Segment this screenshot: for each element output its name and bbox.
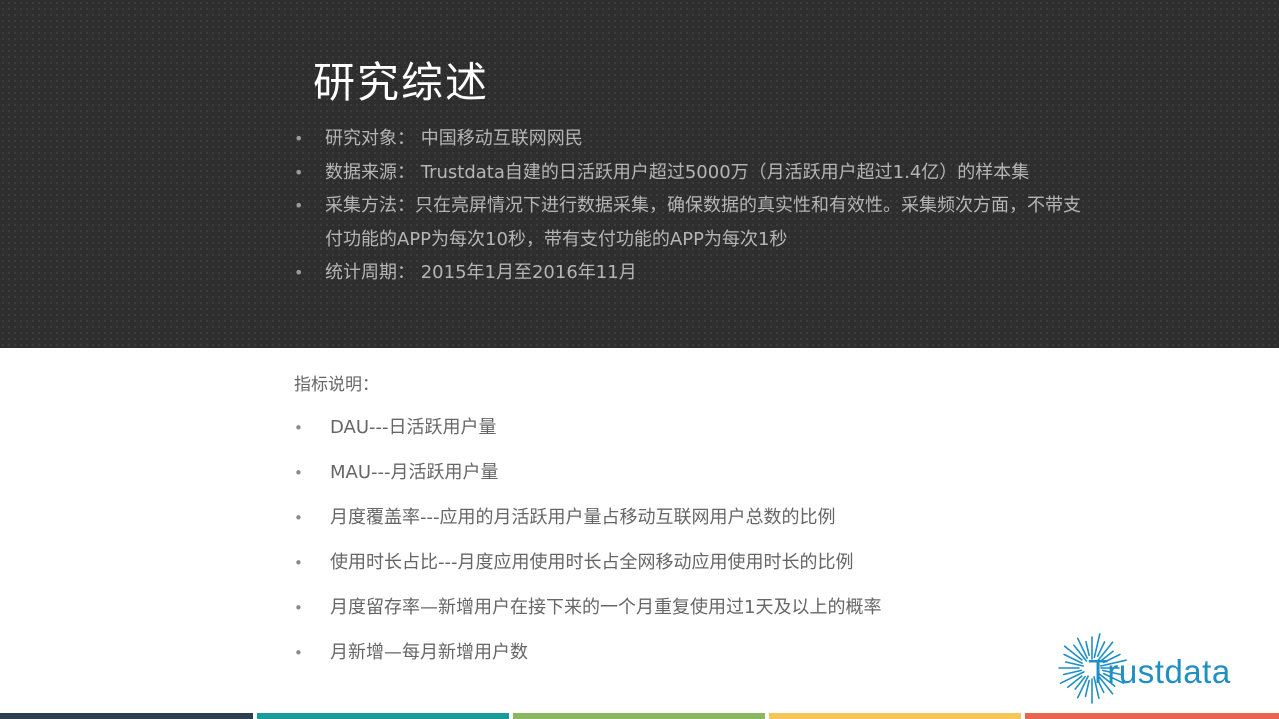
metric-item: • DAU---日活跃用户量 — [294, 413, 881, 458]
overview-item: • 统计周期： 2015年1月至2016年11月 — [294, 256, 1094, 290]
overview-item-text: 数据来源： Trustdata自建的日活跃用户超过5000万（月活跃用户超过1.… — [325, 161, 1030, 183]
metric-item: • 月新增—每月新增用户数 — [294, 638, 881, 683]
overview-item-text: 研究对象： 中国移动互联网网民 — [325, 128, 583, 149]
metric-item: • 使用时长占比---月度应用使用时长占全网移动应用使用时长的比例 — [294, 548, 881, 593]
metric-item-text: 月度留存率—新增用户在接下来的一个月重复使用过1天及以上的概率 — [330, 597, 882, 618]
metric-item: • 月度留存率—新增用户在接下来的一个月重复使用过1天及以上的概率 — [294, 593, 881, 638]
bullet-icon: • — [294, 196, 304, 215]
color-bar-segment — [769, 713, 1021, 719]
bullet-icon: • — [294, 464, 303, 482]
logo-text: Trustdata — [1088, 653, 1231, 690]
bullet-icon: • — [294, 263, 304, 282]
page-title: 研究综述 — [313, 58, 490, 107]
overview-item-text: 统计周期： 2015年1月至2016年11月 — [325, 262, 637, 283]
metric-item-text: DAU---日活跃用户量 — [330, 417, 497, 438]
metric-item: • MAU---月活跃用户量 — [294, 458, 881, 503]
color-bar-segment — [0, 713, 253, 719]
metric-item: • 月度覆盖率---应用的月活跃用户量占移动互联网用户总数的比例 — [294, 503, 881, 548]
overview-item-text: 采集方法：只在亮屏情况下进行数据采集，确保数据的真实性和有效性。采集频次方面，不… — [325, 195, 1081, 250]
bullet-icon: • — [294, 419, 303, 437]
metric-item-text: 月新增—每月新增用户数 — [330, 642, 528, 663]
color-bar-segment — [257, 713, 509, 719]
overview-item: • 采集方法：只在亮屏情况下进行数据采集，确保数据的真实性和有效性。采集频次方面，… — [294, 189, 1094, 256]
bullet-icon: • — [294, 599, 303, 617]
metric-item-text: 使用时长占比---月度应用使用时长占全网移动应用使用时长的比例 — [330, 552, 854, 573]
bullet-icon: • — [294, 129, 304, 148]
footer-color-bar — [0, 713, 1279, 719]
color-bar-segment — [1025, 713, 1279, 719]
header-band: 研究综述 • 研究对象： 中国移动互联网网民 • 数据来源： Trustdata自建… — [0, 0, 1279, 348]
metrics-list: • DAU---日活跃用户量 • MAU---月活跃用户量 • 月度覆盖率---应用的… — [294, 413, 881, 683]
overview-item: • 研究对象： 中国移动互联网网民 — [294, 122, 1094, 156]
overview-item: • 数据来源： Trustdata自建的日活跃用户超过5000万（月活跃用户超过1… — [294, 156, 1094, 190]
color-bar-segment — [513, 713, 765, 719]
bullet-icon: • — [294, 644, 303, 662]
bullet-icon: • — [294, 509, 303, 527]
bullet-icon: • — [294, 162, 304, 182]
bullet-icon: • — [294, 554, 303, 572]
metrics-heading: 指标说明： — [294, 375, 379, 395]
metric-item-text: 月度覆盖率---应用的月活跃用户量占移动互联网用户总数的比例 — [330, 507, 836, 528]
metric-item-text: MAU---月活跃用户量 — [330, 462, 499, 483]
overview-list: • 研究对象： 中国移动互联网网民 • 数据来源： Trustdata自建的日活跃用… — [294, 122, 1094, 290]
